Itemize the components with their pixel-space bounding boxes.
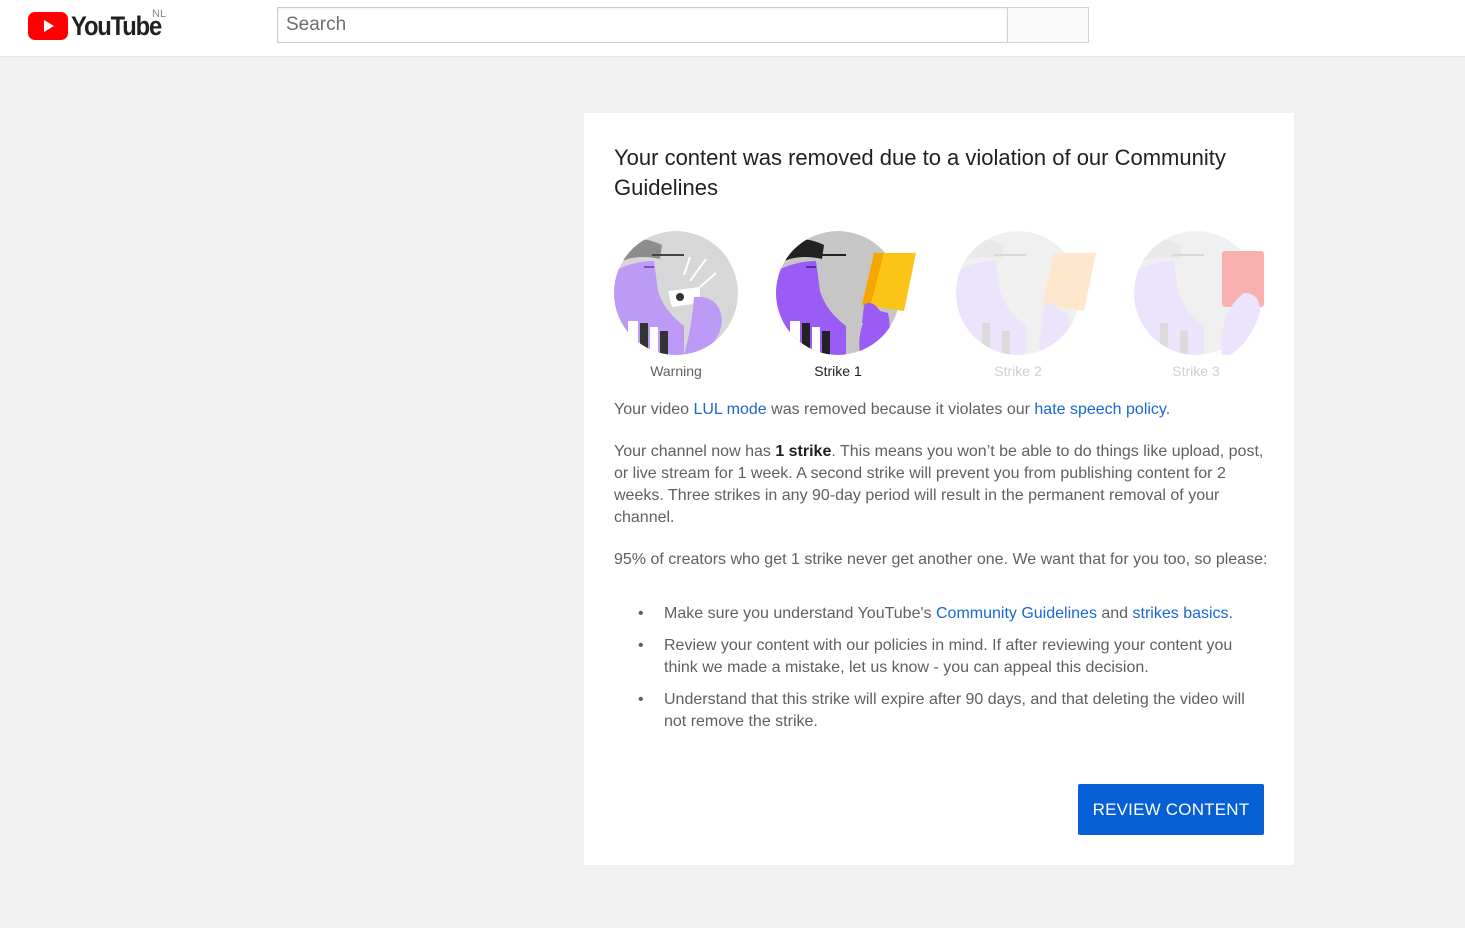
strike-label-3: Strike 3 (1172, 363, 1220, 379)
list-item: Understand that this strike will expire … (638, 689, 1264, 733)
country-code: NL (152, 8, 167, 20)
search-input[interactable] (277, 7, 1007, 43)
yellow-card-referee-icon (776, 231, 916, 355)
orange-card-referee-icon (956, 231, 1096, 355)
search-button[interactable] (1007, 7, 1089, 43)
search-bar (277, 7, 1089, 43)
video-text-prefix: Your video (614, 401, 694, 418)
youtube-logo[interactable]: YouTube NL (28, 8, 173, 42)
bullet-text: Make sure you understand YouTube's (664, 605, 936, 622)
video-text-middle: was removed because it violates our (766, 401, 1035, 418)
strike-label-2: Strike 2 (994, 363, 1042, 379)
youtube-play-icon (28, 12, 68, 40)
video-text-suffix: . (1165, 401, 1171, 418)
bullet-text: and (1096, 605, 1133, 622)
strike-step-3: Strike 3 (1134, 231, 1274, 381)
strike-count: 1 strike (775, 443, 832, 460)
list-item: Make sure you understand YouTube's Commu… (638, 603, 1264, 625)
channel-text-prefix: Your channel now has (614, 443, 776, 460)
strike-step-warning: Warning (614, 231, 754, 381)
masthead: YouTube NL (0, 0, 1465, 57)
strike-label-1: Strike 1 (814, 363, 862, 379)
video-link[interactable]: LUL mode (693, 401, 766, 418)
red-card-referee-icon (1134, 231, 1264, 355)
review-content-button[interactable]: REVIEW CONTENT (1078, 784, 1264, 835)
strike-label-warning: Warning (650, 363, 702, 379)
video-removed-text: Your video LUL mode was removed because … (614, 399, 1269, 421)
list-item: Review your content with our policies in… (638, 635, 1264, 679)
strike-notice-card: Your content was removed due to a violat… (584, 113, 1294, 865)
strike-step-2: Strike 2 (956, 231, 1096, 381)
strike-progress: Warning Strike 1 Strike 2 Strike 3 (614, 231, 1264, 381)
creators-text: 95% of creators who get 1 strike never g… (614, 551, 1268, 568)
community-guidelines-link[interactable]: Community Guidelines (936, 605, 1097, 622)
hate-speech-policy-link[interactable]: hate speech policy (1034, 401, 1165, 418)
logo-wordmark: YouTube (71, 10, 162, 41)
strike-explanation-text: Your channel now has 1 strike. This mean… (614, 441, 1269, 529)
strikes-basics-link[interactable]: strikes basics. (1133, 605, 1233, 622)
notice-title: Your content was removed due to a violat… (614, 145, 1226, 200)
advice-list: Make sure you understand YouTube's Commu… (638, 603, 1264, 743)
whistle-referee-icon (614, 231, 738, 355)
strike-step-1: Strike 1 (776, 231, 916, 381)
